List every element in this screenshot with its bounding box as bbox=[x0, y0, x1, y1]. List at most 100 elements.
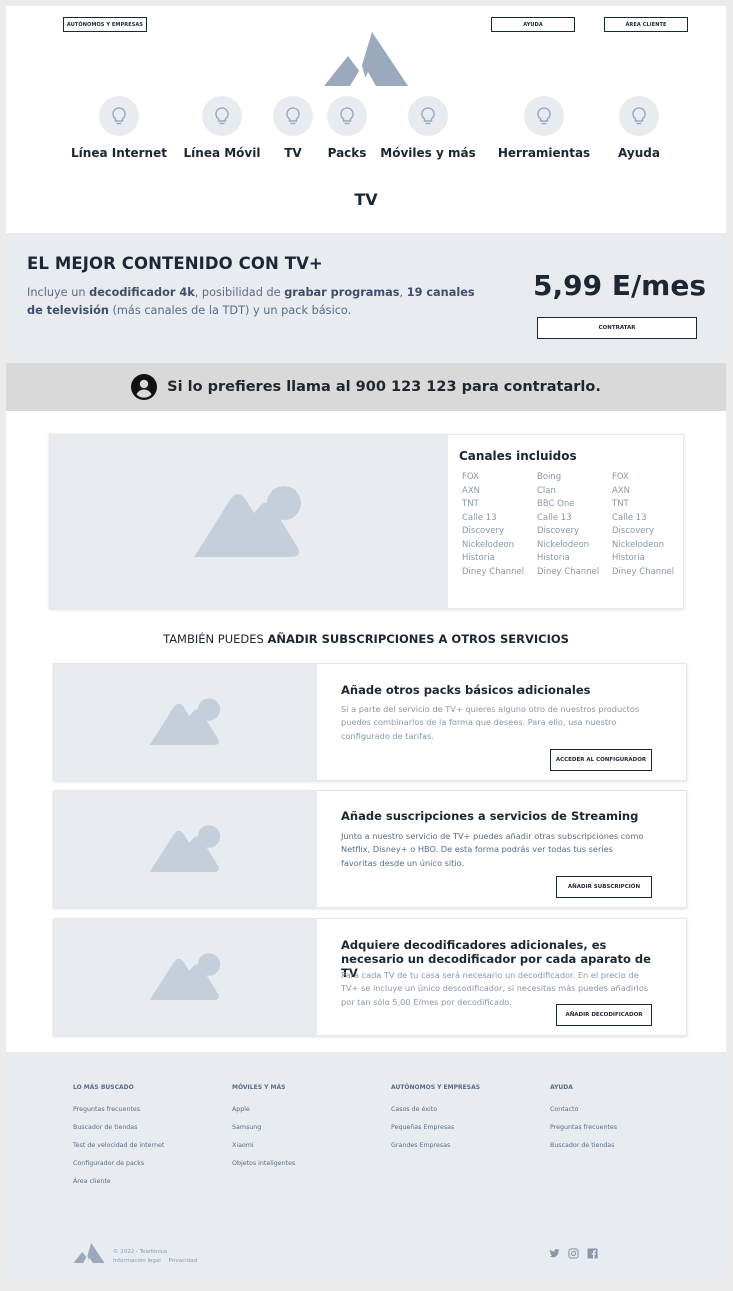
channel-name: Discovery bbox=[612, 526, 654, 536]
footer-link[interactable]: Xiaomi bbox=[232, 1142, 295, 1160]
service-card-decoders: Adquiere decodificadores adicionales, es… bbox=[53, 918, 687, 1036]
service-title: Añade otros packs básicos adicionales bbox=[341, 683, 591, 697]
call-banner: Si lo prefieres llama al 900 123 123 par… bbox=[6, 363, 726, 411]
nav-label: Móviles y más bbox=[380, 146, 476, 160]
twitter-icon[interactable] bbox=[549, 1248, 560, 1259]
channel-name: FOX bbox=[612, 472, 629, 482]
footer-link[interactable]: Casos de éxito bbox=[391, 1106, 480, 1124]
image-icon bbox=[149, 825, 220, 873]
footer-link[interactable]: Test de velocidad de internet bbox=[73, 1142, 164, 1160]
nav-item-tv[interactable]: TV bbox=[273, 96, 313, 160]
footer-heading: LO MÁS BUSCADO bbox=[73, 1084, 134, 1091]
nav-item-mobile-line[interactable]: Línea Móvil bbox=[179, 96, 265, 160]
main-nav: Línea Internet Línea Móvil TV Packs Móvi… bbox=[6, 96, 726, 166]
privacy-link[interactable]: Privacidad bbox=[169, 1258, 198, 1264]
nav-label: Línea Móvil bbox=[183, 146, 261, 160]
nav-item-help[interactable]: Ayuda bbox=[615, 96, 663, 160]
image-placeholder bbox=[54, 919, 317, 1035]
footer-link[interactable]: Apple bbox=[232, 1106, 295, 1124]
footer-heading: AYUDA bbox=[550, 1084, 573, 1091]
image-placeholder bbox=[50, 435, 448, 608]
footer-link[interactable]: Grandes Empresas bbox=[391, 1142, 480, 1160]
channel-name: BBC One bbox=[537, 499, 575, 509]
image-icon bbox=[194, 485, 301, 557]
client-area-button[interactable]: ÁREA CLIENTE bbox=[604, 17, 688, 32]
footer-link[interactable]: Contacto bbox=[550, 1106, 617, 1124]
image-placeholder bbox=[54, 664, 317, 780]
nav-label: TV bbox=[284, 146, 302, 160]
price: 5,99 E/mes bbox=[533, 269, 707, 302]
instagram-icon[interactable] bbox=[568, 1248, 579, 1259]
channels-card: Canales incluidos FOX AXN TNT Calle 13 D… bbox=[49, 434, 684, 609]
also-heading: TAMBIÉN PUEDES AÑADIR SUBSCRIPCIONES A O… bbox=[163, 632, 569, 646]
nav-item-internet[interactable]: Línea Internet bbox=[63, 96, 175, 160]
channels-column-1: FOX AXN TNT Calle 13 Discovery Nickelode… bbox=[462, 471, 524, 579]
lightbulb-icon bbox=[408, 96, 448, 136]
nav-label: Línea Internet bbox=[71, 146, 167, 160]
footer-link[interactable]: Buscador de tiendas bbox=[550, 1142, 617, 1160]
channel-name: Nickelodeon bbox=[537, 539, 590, 550]
nav-label: Packs bbox=[327, 146, 367, 160]
service-text: Para cada TV de tu casa será necesario u… bbox=[341, 970, 649, 1007]
channel-name: Boing bbox=[537, 472, 562, 482]
footer-link[interactable]: Objetos inteligentes bbox=[232, 1160, 295, 1178]
footer-link[interactable]: Configurador de packs bbox=[73, 1160, 164, 1178]
channel-name: Diney Channel bbox=[537, 566, 600, 577]
lightbulb-icon bbox=[273, 96, 313, 136]
lightbulb-icon bbox=[524, 96, 564, 136]
channel-name: TNT bbox=[462, 499, 479, 509]
channel-name: FOX bbox=[462, 472, 479, 482]
footer-link[interactable]: Samsung bbox=[232, 1124, 295, 1142]
user-icon bbox=[131, 374, 158, 400]
footer-link[interactable]: Buscador de tiendas bbox=[73, 1124, 164, 1142]
channel-name: Diney Channel bbox=[462, 566, 525, 577]
footer-logo[interactable] bbox=[73, 1243, 105, 1263]
service-card-streaming: Añade suscripciones a servicios de Strea… bbox=[53, 790, 687, 908]
footer-link[interactable]: Preguntas frecuentes bbox=[73, 1106, 164, 1124]
page: AUTÓNOMOS Y EMPRESAS AYUDA ÁREA CLIENTE … bbox=[6, 6, 726, 1279]
help-button[interactable]: AYUDA bbox=[491, 17, 575, 32]
channel-name: Historia bbox=[537, 553, 570, 563]
channel-name: AXN bbox=[612, 485, 630, 496]
footer-link[interactable]: Pequeñas Empresas bbox=[391, 1124, 480, 1142]
nav-label: Ayuda bbox=[618, 146, 660, 160]
channel-name: Clan bbox=[537, 485, 556, 496]
channel-name: TNT bbox=[612, 499, 629, 509]
channel-name: Calle 13 bbox=[462, 512, 497, 523]
page-title: TV bbox=[354, 190, 378, 209]
nav-item-phones[interactable]: Móviles y más bbox=[380, 96, 476, 160]
channel-name: AXN bbox=[462, 485, 480, 496]
add-subscription-button[interactable]: AÑADIR SUBSCRIPCIÓN bbox=[556, 876, 652, 898]
channel-name: Diney Channel bbox=[612, 566, 675, 577]
business-button[interactable]: AUTÓNOMOS Y EMPRESAS bbox=[63, 17, 147, 32]
footer-legal: © 2022 - Telefónico Información legal Pr… bbox=[113, 1248, 197, 1266]
service-title: Añade suscripciones a servicios de Strea… bbox=[341, 809, 639, 823]
channel-name: Calle 13 bbox=[612, 512, 647, 523]
nav-item-tools[interactable]: Herramientas bbox=[498, 96, 590, 160]
channels-column-3: FOX AXN TNT Calle 13 Discovery Nickelode… bbox=[612, 471, 674, 579]
image-icon bbox=[149, 698, 220, 746]
nav-item-packs[interactable]: Packs bbox=[324, 96, 370, 160]
add-decoder-button[interactable]: AÑADIR DECODIFICADOR bbox=[556, 1004, 652, 1026]
contract-button[interactable]: CONTRATAR bbox=[537, 317, 697, 339]
brand-logo[interactable] bbox=[324, 32, 408, 86]
image-placeholder bbox=[54, 791, 317, 907]
channel-name: Nickelodeon bbox=[612, 539, 665, 550]
configurator-button[interactable]: ACCEDER AL CONFIGURADOR bbox=[550, 749, 652, 771]
channel-name: Nickelodeon bbox=[462, 539, 515, 550]
footer-column-popular: LO MÁS BUSCADO Preguntas frecuentes Busc… bbox=[73, 1084, 164, 1196]
channels-title: Canales incluidos bbox=[459, 449, 577, 463]
footer-link[interactable]: Área cliente bbox=[73, 1178, 164, 1196]
service-text: Si a parte del servicio de TV+ quieres a… bbox=[341, 704, 640, 741]
hero-section: EL MEJOR CONTENIDO CON TV+ Incluye un de… bbox=[6, 233, 726, 363]
facebook-icon[interactable] bbox=[587, 1248, 598, 1259]
hero-description: Incluye un decodificador 4k, posibilidad… bbox=[27, 286, 475, 317]
legal-link[interactable]: Información legal bbox=[113, 1258, 161, 1264]
footer-link[interactable]: Preguntas frecuentes bbox=[550, 1124, 617, 1142]
service-card-packs: Añade otros packs básicos adicionales Si… bbox=[53, 663, 687, 781]
channels-column-2: Boing Clan BBC One Calle 13 Discovery Ni… bbox=[537, 471, 599, 579]
lightbulb-icon bbox=[202, 96, 242, 136]
social-links bbox=[549, 1248, 598, 1259]
call-text: Si lo prefieres llama al 900 123 123 par… bbox=[167, 379, 601, 395]
footer-column-phones: MÓVILES Y MÁS Apple Samsung Xiaomi Objet… bbox=[232, 1084, 295, 1178]
